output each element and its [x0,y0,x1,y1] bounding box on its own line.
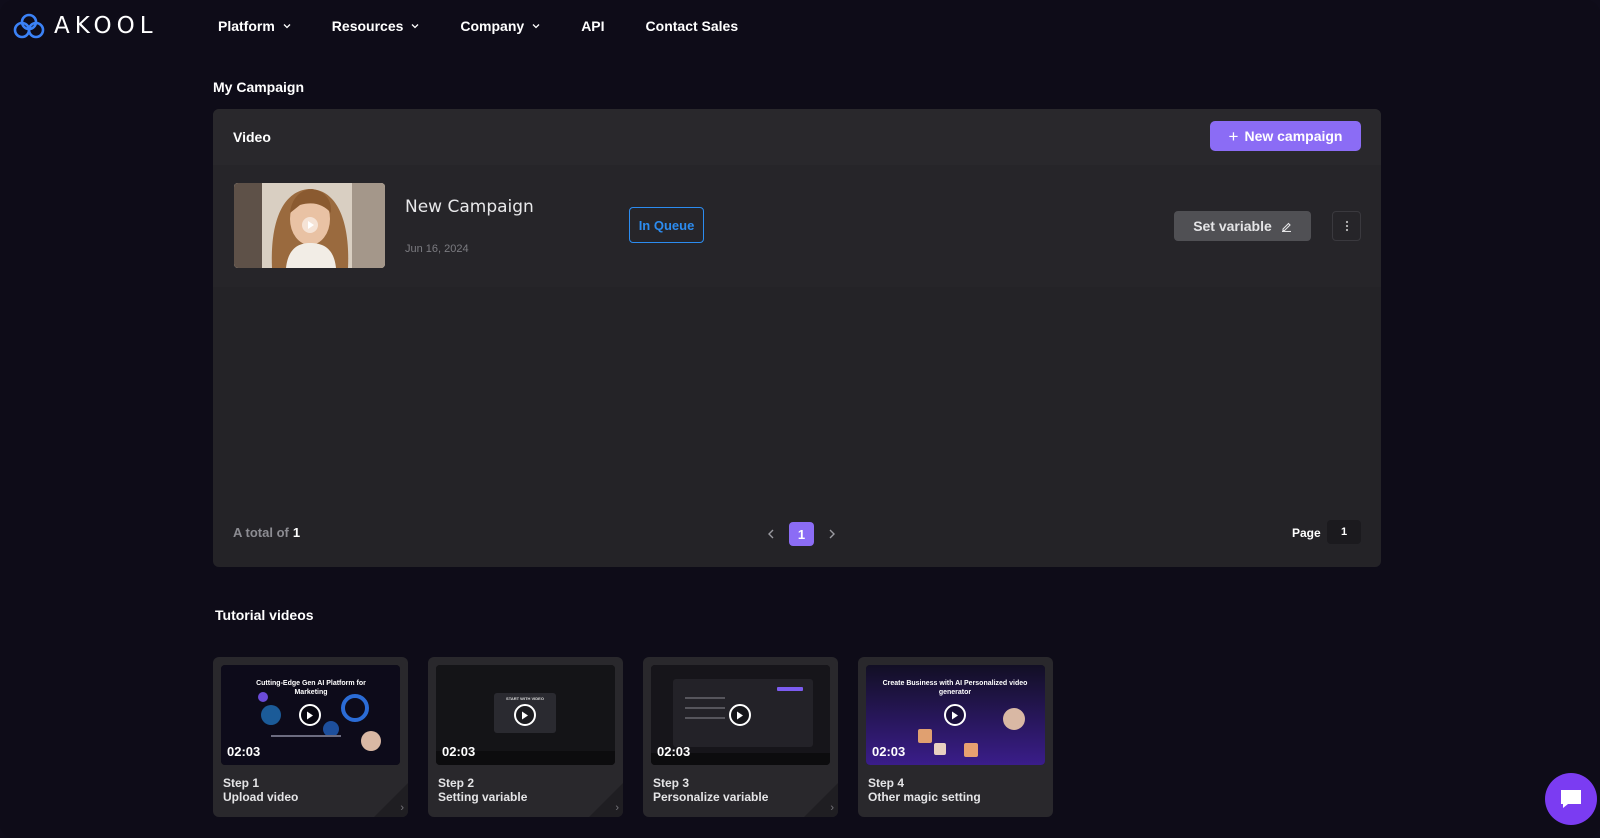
tutorial-step: Step 4 [868,776,905,790]
new-campaign-button[interactable]: + New campaign [1210,121,1361,151]
preview-heading: Create Business with AI Personalized vid… [882,680,1028,696]
chat-button[interactable] [1545,773,1597,825]
chevron-down-icon [532,24,540,29]
app-frame: AKOOL Platform Resources Company API Con… [0,0,1600,838]
set-variable-button[interactable]: Set variable [1174,211,1311,241]
logo[interactable]: AKOOL [12,12,158,40]
chevron-right-icon: › [615,802,619,814]
page-number-button[interactable]: 1 [789,522,814,546]
panel-title: Video [233,129,271,145]
prev-page-button[interactable] [761,522,781,546]
nav-label: Contact Sales [645,18,739,34]
akool-logo-icon [13,13,45,39]
chevron-right-icon: › [830,802,834,814]
total-count: A total of 1 [233,525,300,540]
brand-name: AKOOL [54,13,158,39]
campaign-row[interactable]: New Campaign Jun 16, 2024 In Queue Set v… [213,165,1381,287]
nav-label: Platform [218,18,275,34]
campaign-section-title: My Campaign [213,79,305,95]
video-duration: 02:03 [442,744,476,759]
pagination: 1 [761,522,842,546]
nav-label: API [581,18,605,34]
main-nav: Platform Resources Company API Contact S… [218,18,779,34]
status-badge: In Queue [629,207,704,243]
nav-contact-sales[interactable]: Contact Sales [646,18,739,34]
tutorial-card[interactable]: 02:03 Step 3 Personalize variable › [643,657,838,817]
tutorial-step: Step 2 [438,776,475,790]
top-header: AKOOL Platform Resources Company API Con… [0,0,1600,56]
tutorial-video-preview[interactable]: 02:03 [651,665,830,765]
preview-heading: Cutting-Edge Gen AI Platform for Marketi… [256,680,366,696]
chevron-down-icon [411,24,419,29]
tutorial-card[interactable]: Cutting-Edge Gen AI Platform for Marketi… [213,657,408,817]
more-vertical-icon [1345,220,1348,232]
play-icon [299,704,321,726]
edit-icon [1281,222,1291,232]
tutorial-step: Step 3 [653,776,690,790]
play-icon [514,704,536,726]
tutorial-title: Setting variable [438,790,528,804]
tutorial-card[interactable]: Create Business with AI Personalized vid… [858,657,1053,817]
campaign-thumbnail[interactable] [234,183,385,268]
nav-platform[interactable]: Platform [218,18,291,34]
video-duration: 02:03 [227,744,261,759]
new-campaign-label: New campaign [1244,128,1343,144]
tutorial-step: Step 1 [223,776,260,790]
next-page-button[interactable] [822,522,842,546]
nav-label: Company [460,18,525,34]
chat-icon [1561,790,1581,808]
page-jump-label: Page [1292,526,1321,540]
tutorial-title: Other magic setting [868,790,981,804]
nav-label: Resources [331,18,404,34]
tutorials-section-title: Tutorial videos [215,607,314,623]
nav-resources[interactable]: Resources [332,18,420,34]
total-label: A total of [233,525,289,540]
tutorial-video-preview[interactable]: Create Business with AI Personalized vid… [866,665,1045,765]
tutorial-card[interactable]: START WITH VIDEO 02:03 Step 2 Setting va… [428,657,623,817]
plus-icon: + [1228,126,1239,146]
chevron-down-icon [283,24,291,29]
tutorial-video-preview[interactable]: Cutting-Edge Gen AI Platform for Marketi… [221,665,400,765]
chevron-right-icon: › [400,802,404,814]
campaign-date: Jun 16, 2024 [405,243,469,255]
play-icon [944,704,966,726]
chevron-left-icon [768,529,774,539]
page-jump-input[interactable]: 1 [1327,520,1361,544]
video-duration: 02:03 [872,744,906,759]
campaign-name[interactable]: New Campaign [405,197,534,217]
campaign-panel: Video + New campaign New Campaign Jun 16… [213,109,1381,567]
set-variable-label: Set variable [1193,218,1272,234]
total-value: 1 [292,525,301,540]
thumbnail-image [234,183,385,268]
panel-header: Video + New campaign [213,109,1381,165]
video-duration: 02:03 [657,744,691,759]
tutorial-list: Cutting-Edge Gen AI Platform for Marketi… [213,657,1073,817]
nav-api[interactable]: API [581,18,604,34]
preview-heading: START WITH VIDEO [506,696,544,701]
tutorial-title: Upload video [223,790,299,804]
more-options-button[interactable] [1332,211,1361,241]
tutorial-title: Personalize variable [653,790,769,804]
play-icon [729,704,751,726]
chevron-right-icon [829,529,835,539]
nav-company[interactable]: Company [460,18,540,34]
tutorial-video-preview[interactable]: START WITH VIDEO 02:03 [436,665,615,765]
